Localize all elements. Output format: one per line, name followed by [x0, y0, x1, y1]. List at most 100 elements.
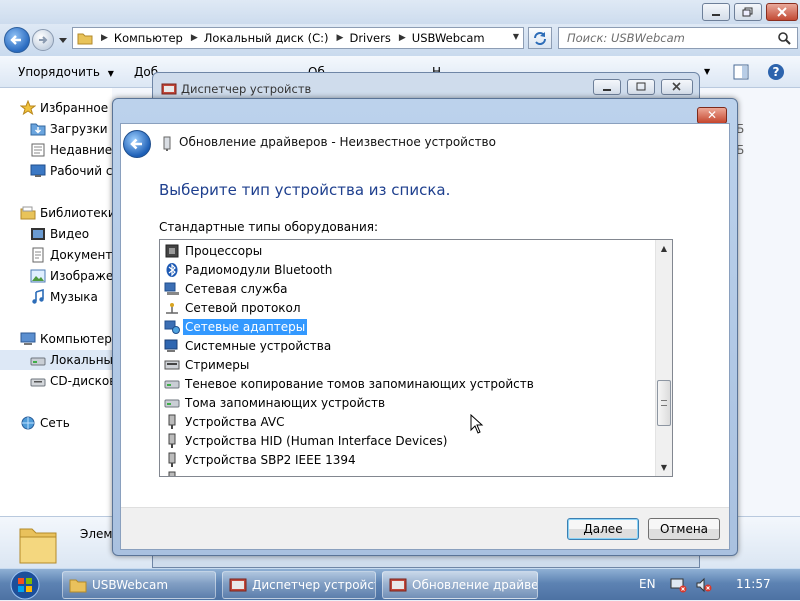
list-item[interactable]: Системные устройства — [164, 336, 333, 355]
view-options-dropdown-icon[interactable]: ▼ — [704, 67, 710, 76]
list-item-label: Сетевая служба — [185, 281, 288, 296]
taskbar-item-device-manager[interactable]: Диспетчер устройств — [222, 571, 376, 599]
taskbar-item-label: Диспетчер устройств — [252, 578, 376, 592]
refresh-button[interactable] — [528, 27, 552, 49]
scrollbar-thumb[interactable] — [657, 380, 671, 426]
list-item-partial[interactable] — [164, 469, 183, 476]
language-indicator[interactable]: EN — [639, 577, 656, 591]
hardware-type-list[interactable]: Процессоры Радиомодули Bluetooth Сетевая… — [159, 239, 673, 477]
hard-disk-icon — [30, 357, 46, 366]
address-separator[interactable]: ▶ — [399, 33, 406, 43]
search-input[interactable]: Поиск: USBWebcam — [558, 27, 798, 49]
refresh-icon — [534, 32, 546, 45]
sidebar-item-label: Рабочий ст — [50, 164, 120, 178]
address-separator[interactable]: ▶ — [337, 33, 344, 43]
search-icon[interactable] — [777, 31, 791, 45]
address-separator[interactable]: ▶ — [101, 33, 108, 43]
address-segment-computer[interactable]: Компьютер — [114, 31, 183, 45]
list-item-selected[interactable]: Сетевые адаптеры — [164, 317, 308, 336]
dialog-close-button[interactable]: ✕ — [697, 107, 727, 124]
taskbar-item-explorer[interactable]: USBWebcam — [62, 571, 216, 599]
address-dropdown-icon[interactable]: ▼ — [513, 32, 519, 41]
sidebar-item-label: Изображен — [50, 269, 122, 283]
taskbar-item-update-driver[interactable]: Обновление драйве... — [382, 571, 538, 599]
device-manager-icon — [389, 578, 407, 592]
list-item-label: Радиомодули Bluetooth — [185, 262, 333, 277]
sidebar-item-label: Локальный — [50, 353, 112, 367]
list-item[interactable]: Радиомодули Bluetooth — [164, 260, 334, 279]
next-button[interactable]: Далее — [567, 518, 639, 540]
list-item[interactable]: Сетевая служба — [164, 279, 290, 298]
unknown-device-icon — [163, 136, 171, 151]
desktop-icon — [30, 164, 46, 177]
address-segment-usbwebcam[interactable]: USBWebcam — [412, 31, 485, 45]
dialog-heading: Выберите тип устройства из списка. — [159, 181, 451, 199]
list-item[interactable]: Стримеры — [164, 355, 251, 374]
speaker-muted-icon[interactable] — [695, 577, 713, 593]
list-item-label: Тома запоминающих устройств — [185, 395, 386, 410]
computer-icon — [20, 332, 36, 345]
forward-nav-button[interactable] — [32, 29, 54, 51]
navigation-pane: Избранное Загрузки Недавние м Рабочий ст… — [0, 88, 125, 516]
explorer-navbar: ▶ Компьютер ▶ Локальный диск (C:) ▶ Driv… — [0, 24, 800, 56]
clock[interactable]: 11:57 — [736, 577, 771, 591]
devmgr-minimize-button[interactable] — [593, 79, 621, 95]
sidebar-item-label: Загрузки — [50, 122, 108, 136]
list-item-label: Устройства HID (Human Interface Devices) — [185, 433, 448, 448]
chevron-down-icon: ▼ — [107, 69, 114, 78]
device-manager-title: Диспетчер устройств — [181, 82, 312, 96]
sidebar-item-label: Сеть — [40, 416, 70, 430]
system-device-icon — [164, 339, 178, 352]
sidebar-item-label: Видео — [50, 227, 90, 241]
list-scrollbar[interactable]: ▲ ▼ — [655, 240, 672, 476]
list-item[interactable]: Устройства AVC — [164, 412, 287, 431]
history-dropdown-icon[interactable] — [58, 37, 68, 45]
shadow-copy-icon — [164, 380, 180, 388]
devmgr-close-button[interactable] — [661, 79, 693, 95]
taskbar: USBWebcam Диспетчер устройств Обновление… — [0, 568, 800, 600]
scroll-down-icon[interactable]: ▼ — [656, 459, 672, 476]
cancel-button[interactable]: Отмена — [648, 518, 720, 540]
grip-icon — [661, 400, 667, 406]
minimize-button[interactable] — [702, 3, 730, 21]
arrow-left-icon — [10, 35, 21, 45]
close-button[interactable] — [766, 3, 798, 21]
back-nav-button[interactable] — [4, 27, 30, 53]
arrow-right-icon — [39, 36, 48, 44]
recent-places-icon — [31, 143, 45, 157]
address-separator[interactable]: ▶ — [191, 33, 198, 43]
address-segment-disk[interactable]: Локальный диск (C:) — [204, 31, 329, 45]
start-button[interactable] — [4, 569, 46, 601]
list-item[interactable]: Устройства SBP2 IEEE 1394 — [164, 450, 358, 469]
help-icon[interactable]: ? — [767, 63, 785, 81]
address-segment-drivers[interactable]: Drivers — [349, 31, 390, 45]
list-item[interactable]: Теневое копирование томов запоминающих у… — [164, 374, 536, 393]
arrow-left-icon — [130, 138, 142, 150]
network-tray-icon[interactable] — [670, 577, 688, 593]
close-icon — [672, 82, 681, 91]
back-button[interactable] — [123, 130, 151, 158]
scroll-up-icon[interactable]: ▲ — [656, 240, 672, 257]
preview-pane-icon[interactable] — [733, 64, 749, 80]
list-item[interactable]: Устройства HID (Human Interface Devices) — [164, 431, 449, 450]
sidebar-item-label: CD-дисков — [50, 374, 117, 388]
address-bar[interactable]: ▶ Компьютер ▶ Локальный диск (C:) ▶ Driv… — [72, 27, 524, 49]
list-item[interactable]: Сетевой протокол — [164, 298, 303, 317]
list-item-label: Теневое копирование томов запоминающих у… — [185, 376, 534, 391]
network-protocol-icon — [166, 302, 178, 314]
maximize-button[interactable] — [734, 3, 762, 21]
list-item-label: Устройства AVC — [185, 414, 285, 429]
explorer-titlebar — [0, 0, 800, 24]
organize-menu[interactable]: Упорядочить ▼ — [18, 65, 114, 79]
list-item[interactable]: Процессоры — [164, 241, 264, 260]
taskbar-item-label: Обновление драйве... — [412, 578, 538, 592]
devmgr-maximize-button[interactable] — [627, 79, 655, 95]
folder-icon — [69, 579, 87, 593]
sidebar-item-label: Избранное — [40, 101, 109, 115]
device-manager-icon — [161, 83, 177, 95]
processor-icon — [165, 244, 179, 257]
list-item[interactable]: Тома запоминающих устройств — [164, 393, 387, 412]
sidebar-item-local-disk[interactable]: Локальный — [0, 350, 112, 370]
update-driver-dialog: ✕ Обновление драйверов - Неизвестное уст… — [112, 98, 738, 556]
details-label: Элем — [80, 527, 113, 541]
